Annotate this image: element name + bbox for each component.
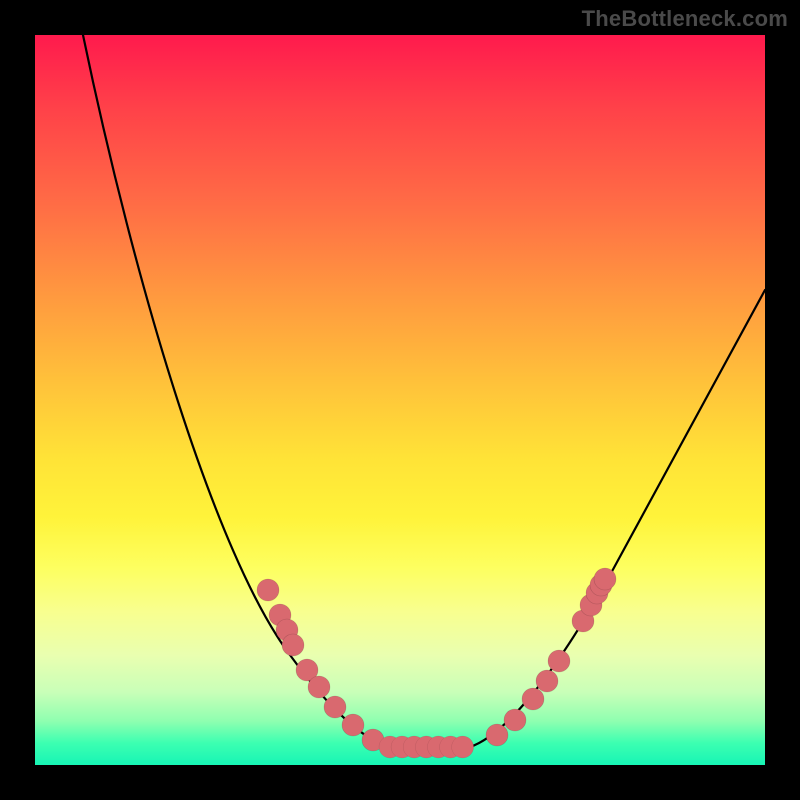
marker-left-0 [257,579,279,601]
marker-flat-6 [452,736,474,758]
chart-frame: TheBottleneck.com [0,0,800,800]
marker-right-0 [486,724,508,746]
marker-right-4 [548,650,570,672]
marker-right-1 [504,709,526,731]
marker-right-9 [594,568,616,590]
marker-left-7 [342,714,364,736]
chart-svg [35,35,765,765]
markers-right-group [486,568,616,746]
marker-left-5 [308,676,330,698]
markers-flat-group [379,736,474,758]
marker-left-6 [324,696,346,718]
curve-right [470,290,765,747]
watermark-text: TheBottleneck.com [582,6,788,32]
marker-left-3 [282,634,304,656]
marker-right-3 [536,670,558,692]
curve-left [83,35,390,747]
markers-left-group [257,579,384,751]
marker-right-2 [522,688,544,710]
plot-area [35,35,765,765]
